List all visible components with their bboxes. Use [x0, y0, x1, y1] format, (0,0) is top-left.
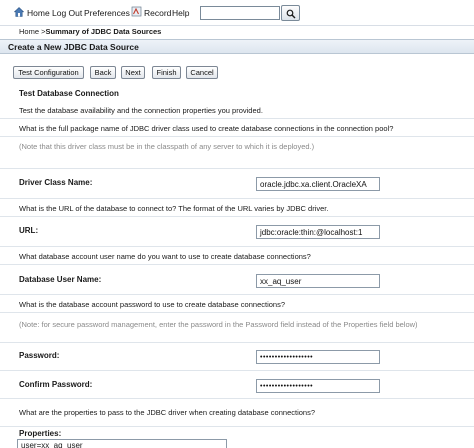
section-title: Test Database Connection	[19, 89, 119, 98]
breadcrumb-current[interactable]: Summary of JDBC Data Sources	[45, 27, 161, 36]
wizard-button-bar: Test Configuration Back Next Finish Canc…	[0, 54, 474, 82]
next-button[interactable]: Next	[121, 66, 145, 79]
url-question-row: What is the URL of the database to conne…	[0, 199, 474, 217]
record-link[interactable]: Record	[144, 8, 171, 18]
preferences-link[interactable]: Preferences	[84, 8, 130, 18]
driver-question: What is the full package name of JDBC dr…	[19, 124, 394, 133]
password-field-row: Password: ••••••••••••••••••	[0, 343, 474, 371]
confirm-password-label: Confirm Password:	[19, 380, 93, 389]
driver-class-label: Driver Class Name:	[19, 178, 93, 187]
finish-button[interactable]: Finish	[152, 66, 181, 79]
properties-label: Properties:	[19, 429, 62, 438]
driver-field-row: Driver Class Name: oracle.jdbc.xa.client…	[0, 169, 474, 199]
home-link[interactable]: Home	[27, 8, 50, 18]
panel-header: Create a New JDBC Data Source	[0, 39, 474, 54]
properties-textarea[interactable]: user=xx_aq_user	[17, 439, 227, 448]
properties-question-row: What are the properties to pass to the J…	[0, 399, 474, 427]
user-name-input[interactable]: xx_aq_user	[256, 274, 380, 288]
search-button[interactable]	[281, 5, 300, 21]
driver-class-input[interactable]: oracle.jdbc.xa.client.OracleXA	[256, 177, 380, 191]
back-button[interactable]: Back	[90, 66, 116, 79]
section-description: Test the database availability and the c…	[19, 106, 263, 115]
home-icon[interactable]	[14, 7, 24, 17]
password-note-row: (Note: for secure password management, e…	[0, 313, 474, 343]
user-question: What database account user name do you w…	[19, 252, 311, 261]
password-question: What is the database account password to…	[19, 300, 286, 309]
record-icon[interactable]	[131, 6, 142, 17]
search-icon	[286, 9, 296, 19]
user-question-row: What database account user name do you w…	[0, 247, 474, 265]
url-field-row: URL: jdbc:oracle:thin:@localhost:1	[0, 217, 474, 247]
cancel-button[interactable]: Cancel	[186, 66, 218, 79]
password-note: (Note: for secure password management, e…	[19, 320, 418, 329]
confirm-password-field-row: Confirm Password: ••••••••••••••••••	[0, 371, 474, 399]
properties-question: What are the properties to pass to the J…	[19, 408, 315, 417]
driver-question-row: What is the full package name of JDBC dr…	[0, 119, 474, 137]
breadcrumb: Home >Summary of JDBC Data Sources	[19, 27, 161, 36]
logout-link[interactable]: Log Out	[52, 8, 82, 18]
panel-title: Create a New JDBC Data Source	[8, 42, 139, 52]
user-field-row: Database User Name: xx_aq_user	[0, 265, 474, 295]
section-description-row: Test the database availability and the c…	[0, 101, 474, 119]
url-input[interactable]: jdbc:oracle:thin:@localhost:1	[256, 225, 380, 239]
test-configuration-button[interactable]: Test Configuration	[13, 66, 84, 79]
global-toolbar: Home Log Out Preferences Record Help	[0, 0, 474, 26]
driver-note: (Note that this driver class must be in …	[19, 142, 315, 151]
url-label: URL:	[19, 226, 39, 235]
password-question-row: What is the database account password to…	[0, 295, 474, 313]
help-link[interactable]: Help	[172, 8, 189, 18]
password-input[interactable]: ••••••••••••••••••	[256, 350, 380, 364]
confirm-password-input[interactable]: ••••••••••••••••••	[256, 379, 380, 393]
user-name-label: Database User Name:	[19, 275, 102, 284]
search-input[interactable]	[200, 6, 280, 20]
password-label: Password:	[19, 351, 60, 360]
driver-note-row: (Note that this driver class must be in …	[0, 137, 474, 169]
breadcrumb-home[interactable]: Home	[19, 27, 39, 36]
url-question: What is the URL of the database to conne…	[19, 204, 329, 213]
